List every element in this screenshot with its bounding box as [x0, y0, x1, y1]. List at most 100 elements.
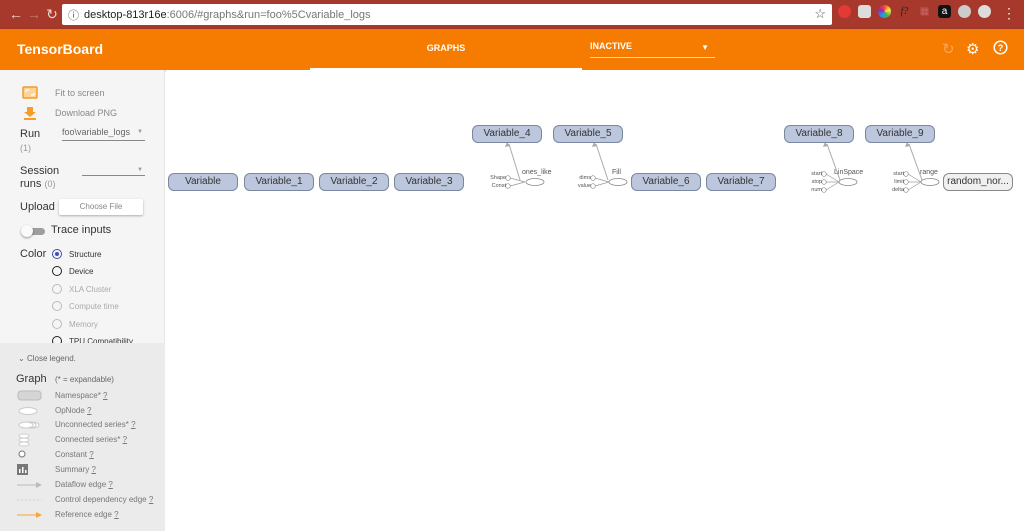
graph-node-variable-3[interactable]: Variable_3 [394, 173, 464, 191]
color-radio-compute-time[interactable] [52, 301, 62, 311]
graph-node-variable-7[interactable]: Variable_7 [706, 173, 776, 191]
color-radio-device[interactable] [52, 266, 62, 276]
reload-button[interactable]: ↻ [42, 6, 62, 23]
legend-help-link[interactable]: ? [89, 450, 93, 459]
legend-help-link[interactable]: ? [103, 391, 107, 400]
session-runs-select[interactable]: ▼ [82, 165, 145, 176]
reload-icon[interactable]: ↻ [942, 40, 955, 58]
legend-expandable-note: (* = expandable) [55, 375, 114, 384]
input-label[interactable]: dims [567, 175, 591, 181]
color-radio-xla-cluster[interactable] [52, 284, 62, 294]
tab-graphs[interactable]: GRAPHS [310, 29, 582, 70]
control-edge-icon [17, 499, 42, 501]
tab-graphs-label: GRAPHS [426, 43, 466, 53]
fit-to-screen-icon[interactable] [22, 86, 38, 100]
caret-down-icon: ▼ [137, 129, 143, 135]
input-label[interactable]: value [567, 183, 591, 189]
legend-help-link[interactable]: ? [114, 510, 118, 519]
input-label[interactable]: delta [880, 187, 904, 193]
namespace-icon [17, 390, 42, 401]
svg-text:?: ? [998, 43, 1004, 53]
upload-label: Upload [20, 201, 55, 213]
color-radio-memory[interactable] [52, 319, 62, 329]
color-option-label: Structure [69, 250, 102, 259]
graph-node-variable-1[interactable]: Variable_1 [244, 173, 314, 191]
graph-node-variable-6[interactable]: Variable_6 [631, 173, 701, 191]
extension-icon[interactable]: a [938, 5, 951, 18]
dataflow-edge-icon [17, 482, 42, 488]
legend-help-link[interactable]: ? [149, 495, 153, 504]
color-radio-structure[interactable] [52, 249, 62, 259]
inactive-dropdown[interactable]: INACTIVE ▼ [590, 41, 715, 58]
opnode-icon [18, 407, 38, 415]
trace-inputs-label: Trace inputs [51, 224, 112, 236]
forward-button[interactable]: → [24, 6, 44, 22]
extension-icon[interactable]: f? [898, 5, 911, 18]
extension-icons: f? ▦ a [838, 5, 991, 18]
input-label[interactable]: start [880, 171, 904, 177]
legend-help-link[interactable]: ? [123, 435, 127, 444]
op-label-range[interactable]: range [920, 169, 938, 176]
op-label-fill[interactable]: Fill [612, 169, 621, 176]
op-label-ones-like[interactable]: ones_like [522, 169, 552, 176]
legend-label: Summary [55, 465, 90, 474]
download-png-button[interactable]: Download PNG [55, 108, 117, 118]
legend-item-summary: Summary ? [0, 463, 165, 477]
graph-node-variable-9[interactable]: Variable_9 [865, 125, 935, 143]
menu-icon[interactable]: ⋮ [1002, 5, 1016, 22]
legend-item-dataflow-edge: Dataflow edge ? [0, 478, 165, 492]
close-legend-label: Close legend. [26, 354, 76, 363]
session-count: (0) [44, 179, 56, 189]
extension-icon[interactable] [838, 5, 851, 18]
legend-help-link[interactable]: ? [87, 406, 91, 415]
graph-node-variable-5[interactable]: Variable_5 [553, 125, 623, 143]
inactive-dropdown-value: INACTIVE [590, 41, 633, 51]
close-legend-button[interactable]: ⌄ Close legend. [18, 354, 76, 363]
caret-down-icon: ▼ [701, 43, 709, 52]
summary-icon [17, 464, 28, 475]
run-select[interactable]: foo\variable_logs ▼ [62, 127, 145, 141]
input-label[interactable]: Shape [482, 175, 506, 181]
color-radio-tpu[interactable] [52, 336, 62, 343]
graph-node-variable-4[interactable]: Variable_4 [472, 125, 542, 143]
legend-item-namespace: Namespace* ? [0, 389, 165, 403]
input-label[interactable]: start [798, 171, 822, 177]
input-label[interactable]: stop [798, 179, 822, 185]
legend-item-opnode: OpNode ? [0, 404, 165, 418]
graph-node-random-normal[interactable]: random_nor... [943, 173, 1013, 191]
gear-icon[interactable]: ⚙ [966, 40, 979, 58]
op-label-linspace[interactable]: LinSpace [834, 169, 863, 176]
input-label[interactable]: limit [880, 179, 904, 185]
extension-icon[interactable] [878, 5, 891, 18]
input-label[interactable]: num [798, 187, 822, 193]
legend-help-link[interactable]: ? [131, 420, 135, 429]
session-runs-label: runs (0) [20, 178, 55, 190]
legend-label: Unconnected series* [55, 420, 129, 429]
fit-to-screen-button[interactable]: Fit to screen [55, 88, 105, 98]
chevron-down-icon: ⌄ [18, 354, 25, 363]
address-bar[interactable]: ⓘ desktop-813r16e:6006/#graphs&run=foo%5… [62, 4, 832, 25]
extension-icon[interactable] [958, 5, 971, 18]
extension-icon[interactable] [978, 5, 991, 18]
trace-inputs-toggle[interactable] [21, 225, 45, 237]
extension-icon[interactable] [858, 5, 871, 18]
download-icon[interactable] [22, 106, 38, 120]
graph-node-variable[interactable]: Variable [168, 173, 238, 191]
session-label: Session [20, 165, 60, 177]
input-label[interactable]: Const [482, 183, 506, 189]
choose-file-button[interactable]: Choose File [59, 199, 143, 215]
legend-label: Reference edge [55, 510, 112, 519]
star-icon[interactable]: ☆ [814, 6, 826, 22]
info-icon[interactable]: ⓘ [68, 7, 79, 23]
cart-icon[interactable]: ▦ [918, 5, 931, 18]
color-label: Color [20, 248, 47, 260]
back-button[interactable]: ← [6, 6, 26, 22]
legend-help-link[interactable]: ? [108, 480, 112, 489]
legend-help-link[interactable]: ? [91, 465, 95, 474]
legend-label: Namespace* [55, 391, 101, 400]
graph-node-variable-8[interactable]: Variable_8 [784, 125, 854, 143]
graph-canvas[interactable]: Variable Variable_1 Variable_2 Variable_… [166, 70, 1024, 531]
help-icon[interactable]: ? [993, 40, 1008, 59]
graph-node-variable-2[interactable]: Variable_2 [319, 173, 389, 191]
run-label: Run [20, 128, 41, 140]
